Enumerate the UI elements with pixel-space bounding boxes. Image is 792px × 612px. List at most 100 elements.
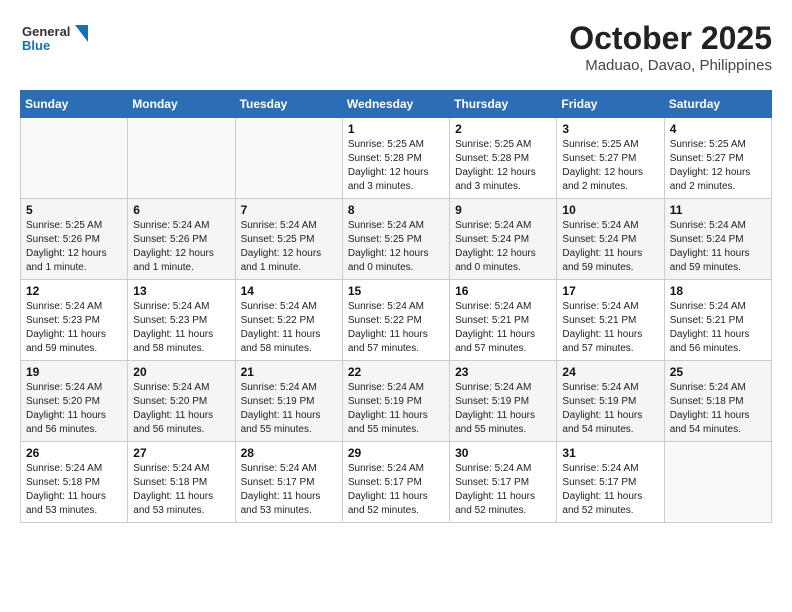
day-info: Sunrise: 5:24 AMSunset: 5:21 PMDaylight:… — [455, 300, 551, 356]
day-number: 7 — [241, 203, 337, 217]
calendar-cell: 27 Sunrise: 5:24 AMSunset: 5:18 PMDaylig… — [128, 442, 235, 523]
day-info: Sunrise: 5:24 AMSunset: 5:20 PMDaylight:… — [133, 381, 229, 437]
calendar-cell: 30 Sunrise: 5:24 AMSunset: 5:17 PMDaylig… — [450, 442, 557, 523]
day-number: 18 — [670, 284, 766, 298]
weekday-header-sunday: Sunday — [21, 91, 128, 118]
calendar-cell: 26 Sunrise: 5:24 AMSunset: 5:18 PMDaylig… — [21, 442, 128, 523]
day-number: 27 — [133, 446, 229, 460]
day-number: 10 — [562, 203, 658, 217]
calendar-cell: 4 Sunrise: 5:25 AMSunset: 5:27 PMDayligh… — [664, 118, 771, 199]
day-info: Sunrise: 5:24 AMSunset: 5:25 PMDaylight:… — [348, 219, 444, 275]
month-title: October 2025 — [569, 20, 772, 57]
calendar-cell: 9 Sunrise: 5:24 AMSunset: 5:24 PMDayligh… — [450, 199, 557, 280]
day-info: Sunrise: 5:24 AMSunset: 5:21 PMDaylight:… — [670, 300, 766, 356]
day-number: 9 — [455, 203, 551, 217]
day-number: 31 — [562, 446, 658, 460]
calendar-cell: 8 Sunrise: 5:24 AMSunset: 5:25 PMDayligh… — [342, 199, 449, 280]
weekday-header-friday: Friday — [557, 91, 664, 118]
day-info: Sunrise: 5:24 AMSunset: 5:24 PMDaylight:… — [455, 219, 551, 275]
calendar-cell: 11 Sunrise: 5:24 AMSunset: 5:24 PMDaylig… — [664, 199, 771, 280]
day-info: Sunrise: 5:24 AMSunset: 5:24 PMDaylight:… — [562, 219, 658, 275]
calendar-cell: 25 Sunrise: 5:24 AMSunset: 5:18 PMDaylig… — [664, 361, 771, 442]
day-info: Sunrise: 5:24 AMSunset: 5:17 PMDaylight:… — [241, 462, 337, 518]
day-number: 25 — [670, 365, 766, 379]
calendar-cell: 29 Sunrise: 5:24 AMSunset: 5:17 PMDaylig… — [342, 442, 449, 523]
calendar-cell: 19 Sunrise: 5:24 AMSunset: 5:20 PMDaylig… — [21, 361, 128, 442]
day-info: Sunrise: 5:24 AMSunset: 5:19 PMDaylight:… — [562, 381, 658, 437]
calendar-cell — [664, 442, 771, 523]
calendar-cell: 21 Sunrise: 5:24 AMSunset: 5:19 PMDaylig… — [235, 361, 342, 442]
day-number: 8 — [348, 203, 444, 217]
day-info: Sunrise: 5:24 AMSunset: 5:25 PMDaylight:… — [241, 219, 337, 275]
calendar-cell: 1 Sunrise: 5:25 AMSunset: 5:28 PMDayligh… — [342, 118, 449, 199]
day-info: Sunrise: 5:24 AMSunset: 5:22 PMDaylight:… — [241, 300, 337, 356]
calendar-week-row: 12 Sunrise: 5:24 AMSunset: 5:23 PMDaylig… — [21, 280, 772, 361]
calendar-cell: 10 Sunrise: 5:24 AMSunset: 5:24 PMDaylig… — [557, 199, 664, 280]
logo: General Blue — [20, 20, 90, 65]
day-info: Sunrise: 5:24 AMSunset: 5:18 PMDaylight:… — [670, 381, 766, 437]
calendar-cell: 7 Sunrise: 5:24 AMSunset: 5:25 PMDayligh… — [235, 199, 342, 280]
day-number: 4 — [670, 122, 766, 136]
calendar-cell: 16 Sunrise: 5:24 AMSunset: 5:21 PMDaylig… — [450, 280, 557, 361]
page-header: General Blue October 2025 Maduao, Davao,… — [20, 20, 772, 74]
title-block: October 2025 Maduao, Davao, Philippines — [569, 20, 772, 74]
calendar-cell: 22 Sunrise: 5:24 AMSunset: 5:19 PMDaylig… — [342, 361, 449, 442]
calendar-cell: 31 Sunrise: 5:24 AMSunset: 5:17 PMDaylig… — [557, 442, 664, 523]
calendar-cell: 5 Sunrise: 5:25 AMSunset: 5:26 PMDayligh… — [21, 199, 128, 280]
day-info: Sunrise: 5:25 AMSunset: 5:28 PMDaylight:… — [455, 138, 551, 194]
svg-text:Blue: Blue — [22, 38, 50, 53]
day-number: 28 — [241, 446, 337, 460]
calendar-week-row: 1 Sunrise: 5:25 AMSunset: 5:28 PMDayligh… — [21, 118, 772, 199]
day-info: Sunrise: 5:24 AMSunset: 5:19 PMDaylight:… — [241, 381, 337, 437]
calendar-week-row: 5 Sunrise: 5:25 AMSunset: 5:26 PMDayligh… — [21, 199, 772, 280]
calendar-cell: 24 Sunrise: 5:24 AMSunset: 5:19 PMDaylig… — [557, 361, 664, 442]
day-info: Sunrise: 5:24 AMSunset: 5:23 PMDaylight:… — [133, 300, 229, 356]
day-info: Sunrise: 5:24 AMSunset: 5:19 PMDaylight:… — [455, 381, 551, 437]
day-info: Sunrise: 5:24 AMSunset: 5:20 PMDaylight:… — [26, 381, 122, 437]
calendar-cell: 15 Sunrise: 5:24 AMSunset: 5:22 PMDaylig… — [342, 280, 449, 361]
calendar-cell: 23 Sunrise: 5:24 AMSunset: 5:19 PMDaylig… — [450, 361, 557, 442]
calendar-cell: 14 Sunrise: 5:24 AMSunset: 5:22 PMDaylig… — [235, 280, 342, 361]
calendar-cell: 17 Sunrise: 5:24 AMSunset: 5:21 PMDaylig… — [557, 280, 664, 361]
day-info: Sunrise: 5:24 AMSunset: 5:17 PMDaylight:… — [348, 462, 444, 518]
day-number: 15 — [348, 284, 444, 298]
day-info: Sunrise: 5:24 AMSunset: 5:26 PMDaylight:… — [133, 219, 229, 275]
calendar-cell: 3 Sunrise: 5:25 AMSunset: 5:27 PMDayligh… — [557, 118, 664, 199]
day-info: Sunrise: 5:25 AMSunset: 5:27 PMDaylight:… — [562, 138, 658, 194]
day-number: 22 — [348, 365, 444, 379]
day-number: 2 — [455, 122, 551, 136]
day-number: 19 — [26, 365, 122, 379]
calendar-cell: 2 Sunrise: 5:25 AMSunset: 5:28 PMDayligh… — [450, 118, 557, 199]
day-number: 26 — [26, 446, 122, 460]
calendar-cell — [128, 118, 235, 199]
weekday-header-row: SundayMondayTuesdayWednesdayThursdayFrid… — [21, 91, 772, 118]
calendar-table: SundayMondayTuesdayWednesdayThursdayFrid… — [20, 90, 772, 523]
day-number: 20 — [133, 365, 229, 379]
calendar-week-row: 19 Sunrise: 5:24 AMSunset: 5:20 PMDaylig… — [21, 361, 772, 442]
weekday-header-tuesday: Tuesday — [235, 91, 342, 118]
weekday-header-thursday: Thursday — [450, 91, 557, 118]
day-number: 6 — [133, 203, 229, 217]
calendar-cell: 6 Sunrise: 5:24 AMSunset: 5:26 PMDayligh… — [128, 199, 235, 280]
location: Maduao, Davao, Philippines — [569, 57, 772, 74]
day-number: 21 — [241, 365, 337, 379]
day-number: 24 — [562, 365, 658, 379]
weekday-header-saturday: Saturday — [664, 91, 771, 118]
day-info: Sunrise: 5:24 AMSunset: 5:21 PMDaylight:… — [562, 300, 658, 356]
day-number: 29 — [348, 446, 444, 460]
calendar-week-row: 26 Sunrise: 5:24 AMSunset: 5:18 PMDaylig… — [21, 442, 772, 523]
calendar-cell — [235, 118, 342, 199]
day-info: Sunrise: 5:25 AMSunset: 5:28 PMDaylight:… — [348, 138, 444, 194]
weekday-header-wednesday: Wednesday — [342, 91, 449, 118]
calendar-cell — [21, 118, 128, 199]
day-number: 3 — [562, 122, 658, 136]
calendar-cell: 18 Sunrise: 5:24 AMSunset: 5:21 PMDaylig… — [664, 280, 771, 361]
day-info: Sunrise: 5:24 AMSunset: 5:24 PMDaylight:… — [670, 219, 766, 275]
calendar-cell: 20 Sunrise: 5:24 AMSunset: 5:20 PMDaylig… — [128, 361, 235, 442]
calendar-cell: 12 Sunrise: 5:24 AMSunset: 5:23 PMDaylig… — [21, 280, 128, 361]
weekday-header-monday: Monday — [128, 91, 235, 118]
day-info: Sunrise: 5:24 AMSunset: 5:18 PMDaylight:… — [26, 462, 122, 518]
day-number: 12 — [26, 284, 122, 298]
day-info: Sunrise: 5:24 AMSunset: 5:22 PMDaylight:… — [348, 300, 444, 356]
day-number: 11 — [670, 203, 766, 217]
